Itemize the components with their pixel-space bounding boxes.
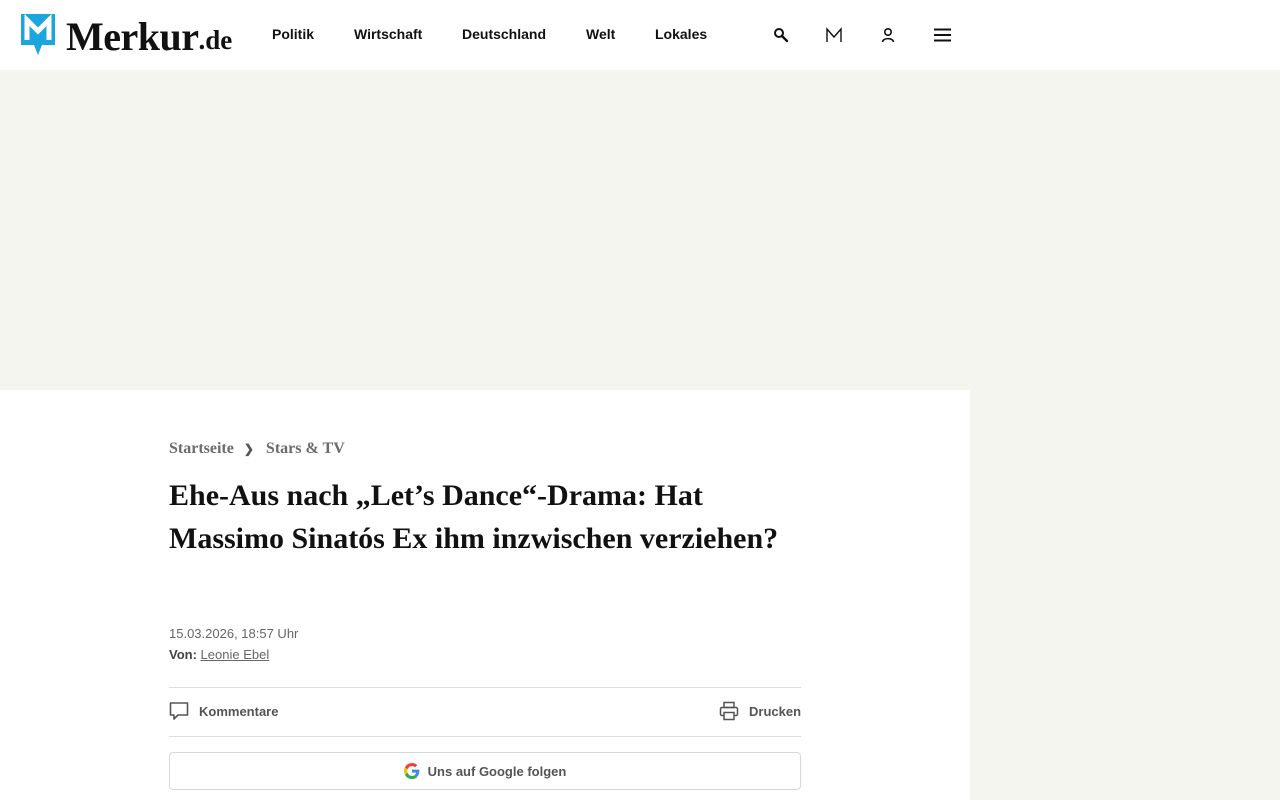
ad-placeholder	[0, 70, 1280, 390]
breadcrumb-section[interactable]: Stars & TV	[266, 440, 345, 458]
nav-deutschland[interactable]: Deutschland	[462, 26, 546, 42]
nav-wirtschaft[interactable]: Wirtschaft	[354, 26, 422, 42]
google-logo-icon	[403, 763, 420, 779]
comments-button[interactable]: Kommentare	[169, 701, 278, 721]
breadcrumb-home[interactable]: Startseite	[169, 440, 234, 458]
merkur-logo-icon	[21, 13, 55, 55]
print-label: Drucken	[749, 703, 802, 719]
article-date: 15.03.2026, 18:57 Uhr	[169, 626, 299, 641]
comments-label: Kommentare	[199, 703, 279, 719]
merkur-m-icon[interactable]	[821, 22, 847, 48]
divider-top	[169, 687, 801, 688]
menu-icon[interactable]	[929, 22, 955, 48]
divider-bottom	[169, 736, 801, 737]
logo-tld: .de	[198, 25, 233, 55]
nav-politik[interactable]: Politik	[272, 26, 314, 42]
article-author: Von: Leonie Ebel	[169, 647, 269, 662]
article-container	[0, 390, 970, 800]
comment-icon	[169, 702, 189, 720]
author-prefix: Von:	[169, 647, 197, 662]
article-headline: Ehe-Aus nach „Let’s Dance“-Drama: Hat Ma…	[169, 479, 779, 555]
printer-icon	[719, 701, 739, 721]
breadcrumb-separator-icon: ❯	[243, 441, 254, 456]
logo-wordmark: Merkur	[66, 14, 199, 59]
breadcrumb: Startseite ❯ Stars & TV	[169, 440, 345, 458]
google-follow-button[interactable]: Uns auf Google folgen	[169, 752, 801, 790]
nav-lokales[interactable]: Lokales	[655, 26, 707, 42]
search-icon[interactable]	[768, 22, 794, 48]
google-follow-label: Uns auf Google folgen	[427, 763, 567, 779]
site-logo[interactable]: Merkur .de	[18, 11, 232, 57]
author-link[interactable]: Leonie Ebel	[201, 647, 270, 662]
site-header: Merkur .de Politik Wirtschaft Deutschlan…	[0, 0, 1280, 70]
user-icon[interactable]	[875, 22, 901, 48]
nav-welt[interactable]: Welt	[586, 26, 615, 42]
print-button[interactable]: Drucken	[719, 701, 801, 721]
